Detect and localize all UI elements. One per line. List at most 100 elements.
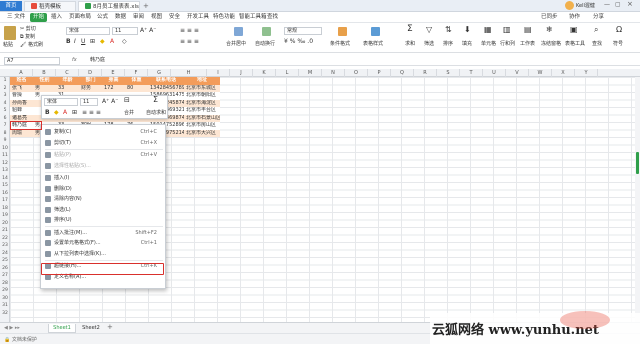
new-tab-icon[interactable]: + [143,2,149,10]
formula-input[interactable]: 韩乃庭 [90,57,105,64]
context-menu-item[interactable]: 排序(U) [41,215,165,225]
column-header-N[interactable]: N [322,69,345,77]
minimize-icon[interactable]: — [604,1,610,8]
table-header-cell[interactable]: 联系电话 [148,77,184,85]
sum-icon[interactable]: Σ [407,25,413,34]
column-header-E[interactable]: E [102,69,125,77]
mini-size-select[interactable]: 11 [80,98,98,106]
row-header-25[interactable]: 25 [0,257,10,265]
table-cell[interactable]: 北京市大兴区 [184,129,220,137]
row-header-31[interactable]: 31 [0,302,10,310]
column-header-D[interactable]: D [79,69,102,77]
table-cell[interactable]: 80 [125,84,148,92]
row-header-4[interactable]: 4 [0,100,10,108]
scrollbar-thumb[interactable] [636,152,639,174]
context-menu-item[interactable]: 剪切(T) Ctrl+X [41,138,165,148]
menu-right-2[interactable]: 分享 [590,13,607,22]
column-header-L[interactable]: L [276,69,299,77]
context-menu-item[interactable]: 从下拉列表中选择(K)... [41,249,165,259]
cell-icon[interactable]: ▦ [484,26,492,34]
column-header-A[interactable]: A [10,69,33,77]
table-cell[interactable]: 172 [102,84,125,92]
mini-bold-icon[interactable]: B [45,109,50,116]
context-menu-item[interactable]: 插入(I) [41,173,165,183]
mini-color-icon[interactable]: A [63,109,67,116]
row-header-1[interactable]: 1 [0,77,10,85]
cond-format-icon[interactable] [338,27,347,36]
font-grow-icon[interactable]: A⁺ A⁻ [140,27,156,34]
paste-icon[interactable] [4,26,16,40]
wrap-text-icon[interactable] [262,27,271,36]
row-header-8[interactable]: 8 [0,130,10,138]
font-select[interactable]: 宋体 [66,27,110,35]
context-menu-item[interactable]: 删除(D) [41,184,165,194]
align-top-icon[interactable]: ≡ ≡ ≡ [180,27,199,34]
context-menu-item[interactable]: 清除内容(N) [41,194,165,204]
name-box[interactable]: A7 [4,57,60,65]
row-header-10[interactable]: 10 [0,145,10,153]
menu-item-6[interactable]: 审阅 [130,13,147,22]
row-header-23[interactable]: 23 [0,242,10,250]
sort-icon[interactable]: ⇅ [445,26,452,34]
table-header-cell[interactable]: 姓名 [10,77,33,85]
table-header-cell[interactable]: 性别 [33,77,56,85]
sheet-nav-icon[interactable]: ◀ ▶ ▸▸ [4,325,20,331]
row-header-15[interactable]: 15 [0,182,10,190]
table-header-cell[interactable]: 年龄 [56,77,79,85]
context-menu-item[interactable]: 插入批注(M)... Shift+F2 [41,228,165,238]
context-menu-item[interactable]: 粘贴(P) Ctrl+V [41,150,165,160]
vertical-scrollbar[interactable] [635,77,640,322]
merge-center-icon[interactable] [234,27,243,36]
menu-item-1[interactable]: 开始 [30,13,48,22]
symbol-icon[interactable]: Ω [616,26,622,34]
mini-sum-icon[interactable]: Σ [153,96,158,104]
close-icon[interactable]: × [627,0,633,8]
table-header-cell[interactable]: 地址 [184,77,220,85]
mini-font-select[interactable]: 宋体 [44,98,78,106]
table-cell[interactable]: 男 [33,84,56,92]
column-header-R[interactable]: R [414,69,437,77]
sheet-tab-1[interactable]: Sheet1 [48,324,76,333]
column-header-C[interactable]: C [56,69,79,77]
table-cell[interactable]: 周瑜 [10,129,33,137]
row-header-32[interactable]: 32 [0,310,10,318]
table-header-cell[interactable]: 身高 [102,77,125,85]
column-header-M[interactable]: M [299,69,322,77]
row-header-21[interactable]: 21 [0,227,10,235]
row-header-30[interactable]: 30 [0,295,10,303]
column-header-B[interactable]: B [33,69,56,77]
table-cell[interactable]: 貂蝉 [10,107,33,115]
table-header-cell[interactable]: 体重 [125,77,148,85]
menu-item-12[interactable]: 查找 [264,13,281,22]
tab-template[interactable]: 稻壳模板 [24,1,76,11]
table-cell[interactable]: 33 [56,84,79,92]
tab-home[interactable]: 首页 [0,1,22,11]
table-cell[interactable]: 北京市东城区 [184,84,220,92]
table-cell[interactable]: 13428456789 [148,84,184,92]
row-header-24[interactable]: 24 [0,250,10,258]
row-header-13[interactable]: 13 [0,167,10,175]
fill-color-icon[interactable]: ◆ [100,38,105,45]
table-cell[interactable]: 北京市海淀区 [184,99,220,107]
column-header-H[interactable]: H [171,69,207,77]
menu-item-0[interactable]: 三 文件 [4,13,28,22]
column-header-F[interactable]: F [125,69,148,77]
sheet-tab-2[interactable]: Sheet2 [77,324,105,333]
table-cell[interactable]: 财务 [79,84,102,92]
table-cell[interactable]: 孙尚香 [10,99,33,107]
row-header-17[interactable]: 17 [0,197,10,205]
column-header-Q[interactable]: Q [391,69,414,77]
format-painter-button[interactable]: 🖌 格式刷 [20,42,43,49]
row-header-14[interactable]: 14 [0,175,10,183]
cut-button[interactable]: ✂ 剪切 [20,26,36,33]
table-tools-icon[interactable]: ▣ [570,26,578,34]
column-header-G[interactable]: G [148,69,171,77]
row-header-27[interactable]: 27 [0,272,10,280]
column-header-O[interactable]: O [345,69,368,77]
row-header-12[interactable]: 12 [0,160,10,168]
menu-item-7[interactable]: 视图 [148,13,165,22]
worksheet-icon[interactable]: ▤ [524,26,532,34]
fx-icon[interactable]: fx [72,57,77,64]
eraser-icon[interactable]: ◇ [122,38,127,45]
column-header-S[interactable]: S [437,69,460,77]
